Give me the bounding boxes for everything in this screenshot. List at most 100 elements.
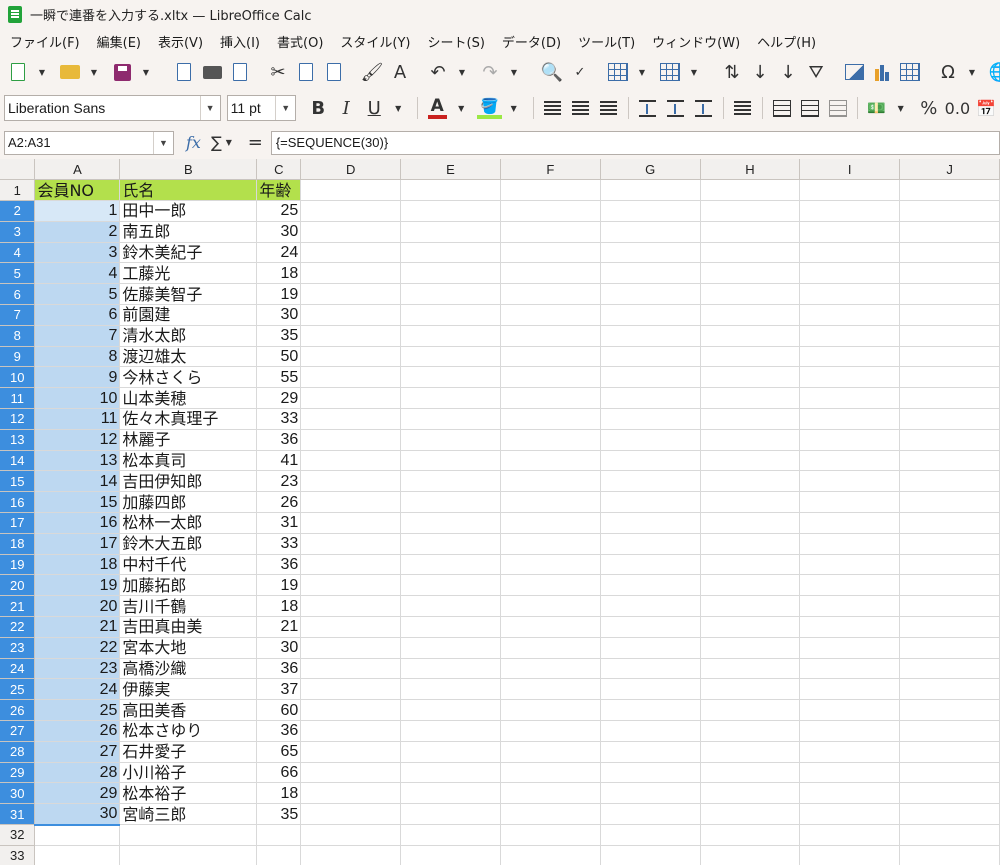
cell[interactable]	[700, 845, 801, 865]
menu-edit[interactable]: 編集(E)	[89, 32, 150, 51]
age-cell[interactable]: 18	[256, 262, 302, 285]
cell[interactable]	[400, 658, 501, 680]
font-size-select[interactable]: 11 pt ▼	[226, 95, 297, 121]
cell[interactable]	[700, 450, 801, 472]
member-no-cell[interactable]: 7	[34, 325, 121, 347]
currency-dropdown-icon[interactable]: ▼	[889, 95, 913, 121]
cell[interactable]	[300, 242, 402, 264]
member-no-cell[interactable]: 13	[34, 450, 121, 472]
merge-center-icon[interactable]	[770, 95, 794, 121]
cell[interactable]	[899, 637, 1000, 659]
cell[interactable]	[400, 242, 501, 264]
name-cell[interactable]: 松本真司	[119, 449, 258, 472]
cell[interactable]	[799, 658, 901, 680]
name-cell[interactable]: 佐々木真理子	[119, 408, 258, 430]
new-document-icon[interactable]	[6, 59, 30, 85]
column-header-j[interactable]: J	[899, 159, 1000, 181]
cell[interactable]	[400, 762, 501, 784]
sort-ascending-icon[interactable]: ↓	[748, 59, 772, 85]
member-no-cell[interactable]: 23	[34, 658, 121, 680]
cell[interactable]	[500, 845, 601, 865]
cell[interactable]	[600, 283, 701, 306]
cell[interactable]	[700, 782, 801, 805]
cell[interactable]	[700, 262, 801, 285]
cell[interactable]	[500, 678, 601, 701]
row-header[interactable]: 27	[0, 720, 36, 742]
cell[interactable]	[700, 221, 801, 243]
cell[interactable]	[400, 720, 501, 742]
cell[interactable]	[600, 741, 701, 763]
row-header[interactable]: 32	[0, 824, 36, 846]
cell[interactable]	[799, 782, 901, 805]
cell[interactable]	[899, 450, 1000, 472]
row-header[interactable]: 2	[0, 200, 36, 222]
cell[interactable]	[500, 346, 601, 368]
name-cell[interactable]: 鈴木美紀子	[119, 241, 258, 264]
cell[interactable]	[899, 741, 1000, 763]
age-cell[interactable]: 36	[256, 720, 302, 742]
cell[interactable]	[799, 678, 901, 701]
cell[interactable]	[500, 699, 601, 722]
column-header-h[interactable]: H	[700, 159, 801, 181]
age-cell[interactable]: 26	[256, 491, 302, 514]
cell[interactable]	[600, 803, 701, 825]
cell[interactable]	[300, 387, 402, 410]
menu-format[interactable]: 書式(O)	[269, 32, 332, 51]
cell[interactable]	[899, 491, 1000, 514]
cell[interactable]	[300, 179, 402, 202]
special-character-dropdown-icon[interactable]: ▼	[960, 59, 984, 85]
member-no-cell[interactable]: 22	[34, 637, 121, 659]
age-cell[interactable]: 50	[256, 345, 302, 368]
cell[interactable]	[500, 304, 601, 326]
cell[interactable]	[300, 845, 402, 865]
cell[interactable]	[899, 720, 1000, 742]
hyperlink-icon[interactable]: 🌐	[988, 59, 1000, 85]
cell[interactable]	[799, 637, 901, 659]
align-left-icon[interactable]	[541, 95, 565, 121]
cell[interactable]	[600, 637, 701, 659]
cell[interactable]	[400, 595, 501, 618]
age-cell[interactable]: 36	[256, 657, 302, 680]
cell[interactable]	[799, 200, 901, 222]
cell[interactable]	[899, 803, 1000, 825]
age-cell[interactable]: 60	[256, 699, 302, 722]
chevron-down-icon[interactable]: ▼	[275, 96, 295, 120]
align-center-icon[interactable]	[569, 95, 593, 121]
cell[interactable]	[600, 470, 701, 493]
member-no-cell[interactable]: 18	[34, 554, 121, 576]
clone-formatting-icon[interactable]: 🖌	[360, 59, 384, 85]
row-header[interactable]: 24	[0, 658, 36, 680]
age-cell[interactable]: 23	[256, 470, 302, 493]
cell[interactable]	[700, 408, 801, 430]
cell[interactable]	[400, 408, 501, 430]
member-no-cell[interactable]: 20	[34, 595, 121, 618]
row-header[interactable]: 4	[0, 242, 36, 264]
cell[interactable]	[899, 242, 1000, 264]
row-header[interactable]: 21	[0, 595, 36, 618]
cell[interactable]	[300, 450, 402, 472]
member-no-cell[interactable]: 27	[34, 741, 121, 763]
row-header[interactable]: 1	[0, 179, 36, 202]
cell[interactable]	[700, 741, 801, 763]
cell[interactable]	[500, 720, 601, 742]
age-cell[interactable]: 35	[256, 324, 302, 347]
cell[interactable]	[899, 387, 1000, 410]
insert-chart-icon[interactable]	[870, 59, 894, 85]
align-top-icon[interactable]	[636, 95, 660, 121]
name-cell[interactable]: 林麗子	[119, 428, 258, 451]
name-cell[interactable]: 松本裕子	[119, 782, 258, 805]
cell[interactable]	[600, 200, 701, 222]
cell[interactable]	[799, 304, 901, 326]
cell[interactable]	[899, 429, 1000, 451]
row-header[interactable]: 20	[0, 574, 36, 597]
number-format-icon[interactable]: 0.0	[945, 95, 970, 121]
cell[interactable]	[400, 574, 501, 597]
row-header[interactable]: 6	[0, 283, 36, 306]
cell[interactable]	[300, 824, 402, 846]
cell[interactable]	[500, 762, 601, 784]
cell[interactable]	[300, 803, 402, 825]
row-header[interactable]: 10	[0, 366, 36, 389]
cell[interactable]	[600, 179, 701, 202]
name-cell[interactable]: 南五郎	[119, 220, 258, 243]
cell[interactable]	[119, 824, 258, 846]
